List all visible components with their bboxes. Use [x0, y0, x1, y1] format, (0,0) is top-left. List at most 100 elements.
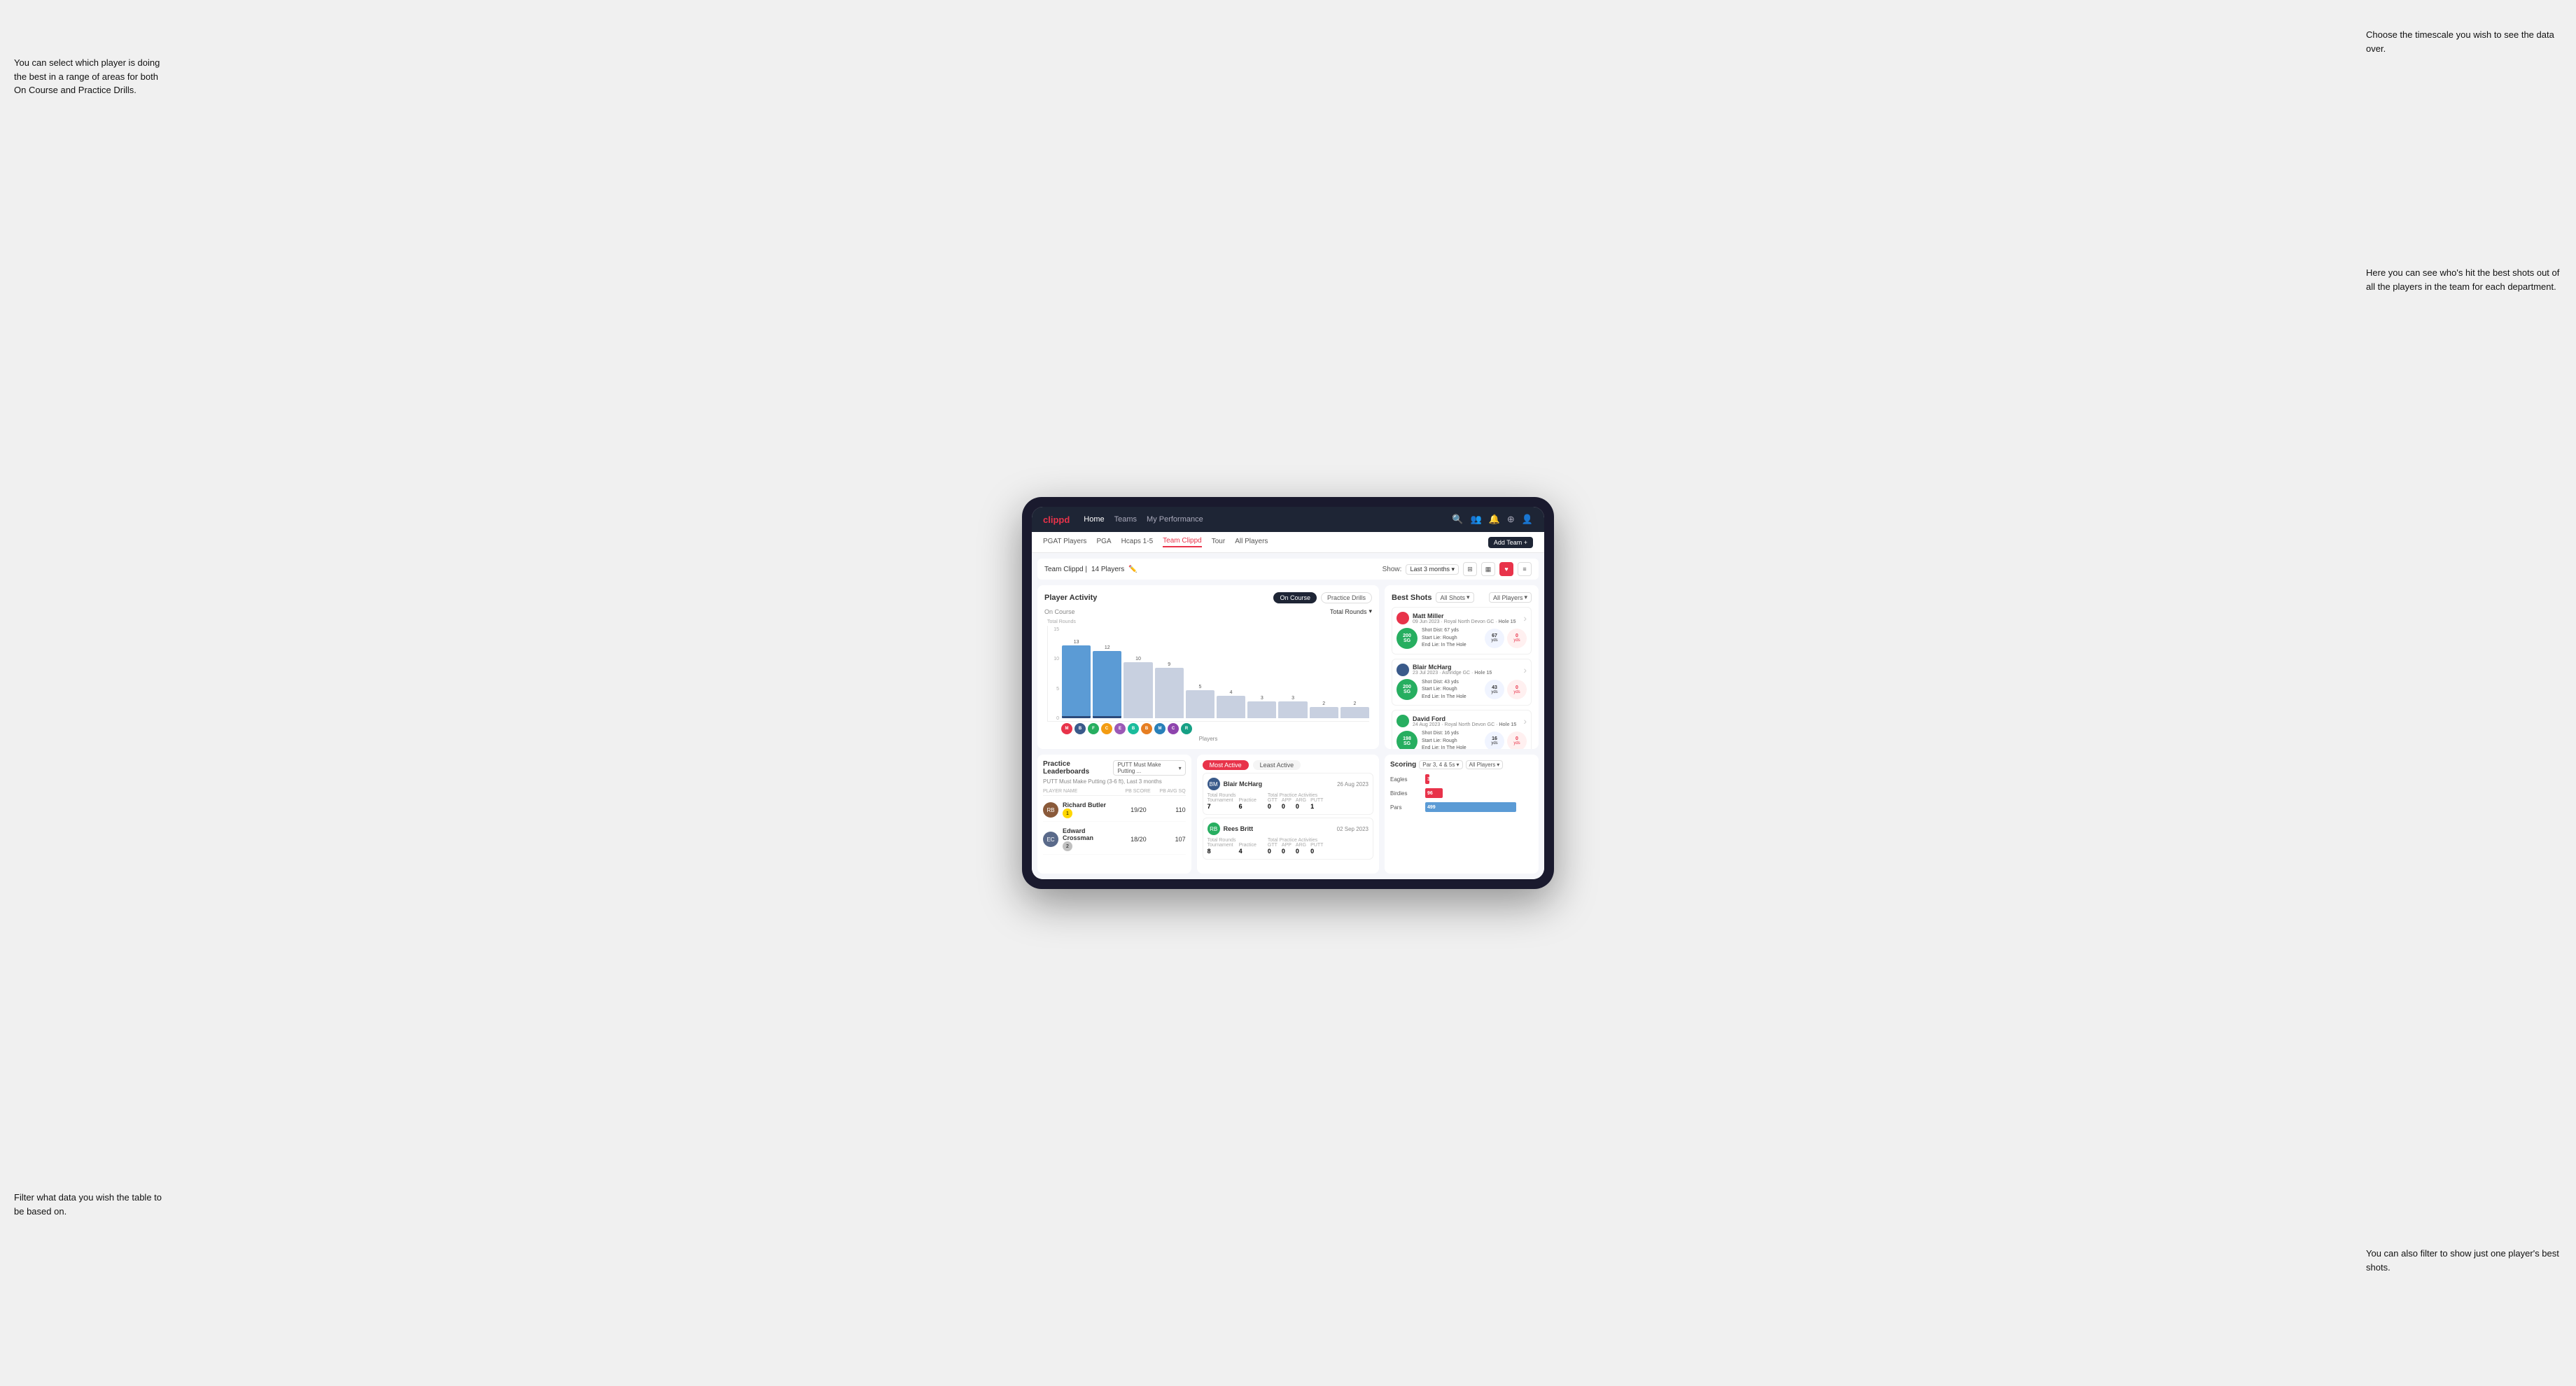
shot-chevron-2[interactable]: › — [1523, 715, 1527, 727]
chevron-down-icon: ▾ — [1368, 608, 1372, 615]
time-filter[interactable]: Last 3 months ▾ — [1406, 564, 1459, 575]
avatar-7: M — [1154, 723, 1166, 734]
bar-9 — [1340, 707, 1369, 718]
shot-yds2-2: 0yds — [1507, 732, 1527, 749]
avatar-9: R — [1181, 723, 1192, 734]
list-view-button[interactable]: ≡ — [1518, 562, 1532, 576]
rounds-section: Total Rounds Tournament 7 Practice 6 — [1208, 793, 1256, 810]
bar-group-3: 9 — [1155, 626, 1184, 718]
activity-tabs: On Course Practice Drills — [1273, 592, 1372, 603]
scoring-header: Scoring Par 3, 4 & 5s ▾ All Players ▾ — [1390, 760, 1533, 769]
practice-val: 6 — [1239, 803, 1256, 810]
bar-value-0: 13 — [1074, 640, 1079, 645]
scoring-label-2: Pars — [1390, 804, 1421, 811]
subnav-pgat[interactable]: PGAT Players — [1043, 538, 1086, 547]
nav-my-performance[interactable]: My Performance — [1147, 515, 1203, 524]
subnav-all-players[interactable]: All Players — [1235, 538, 1268, 547]
scoring-bars: Eagles3Birdies96Pars499 — [1390, 772, 1533, 814]
bar-group-5: 4 — [1217, 626, 1245, 718]
rounds-section-2: Total Rounds Tournament 8 Practice 4 — [1208, 838, 1256, 855]
y-label-5: 5 — [1056, 687, 1059, 692]
scoring-label-1: Birdies — [1390, 790, 1421, 797]
bar-value-7: 3 — [1292, 696, 1294, 701]
avatar-4: E — [1114, 723, 1126, 734]
chart-header: On Course Total Rounds ▾ — [1044, 608, 1372, 615]
practice-chevron: ▾ — [1179, 765, 1182, 771]
arg-val-2: 0 — [1296, 848, 1306, 855]
search-icon[interactable]: 🔍 — [1452, 514, 1463, 525]
shot-yds-2: 16yds 0yds — [1485, 732, 1527, 749]
all-shots-label: All Shots — [1440, 594, 1465, 601]
chart-filter-dropdown[interactable]: Total Rounds ▾ — [1330, 608, 1372, 615]
scoring-filter-2[interactable]: All Players ▾ — [1466, 760, 1504, 769]
avatar-0: M — [1061, 723, 1072, 734]
card-view-button[interactable]: ▦ — [1481, 562, 1495, 576]
shot-chevron-0[interactable]: › — [1523, 612, 1527, 624]
most-active-panel: Most Active Least Active BM Blair McHarg… — [1197, 755, 1379, 874]
shot-cards-container: Matt Miller 09 Jun 2023 · Royal North De… — [1392, 607, 1532, 749]
bell-icon[interactable]: 🔔 — [1489, 514, 1500, 525]
bar-2 — [1124, 662, 1152, 718]
edit-icon[interactable]: ✏️ — [1128, 566, 1137, 573]
users-icon[interactable]: 👥 — [1471, 514, 1482, 525]
tab-practice-drills[interactable]: Practice Drills — [1321, 592, 1372, 603]
players-chevron: ▾ — [1524, 594, 1527, 601]
avatar-5: B — [1128, 723, 1139, 734]
active-avatar-britt: RB — [1208, 822, 1220, 835]
tab-least-active[interactable]: Least Active — [1253, 760, 1301, 770]
active-card-2: RB Rees Britt 02 Sep 2023 Total Rounds T… — [1203, 818, 1373, 860]
tab-on-course[interactable]: On Course — [1273, 592, 1317, 603]
add-team-button[interactable]: Add Team + — [1488, 537, 1533, 548]
practice-subtitle: PUTT Must Make Putting (3-6 ft), Last 3 … — [1043, 778, 1186, 785]
nav-teams[interactable]: Teams — [1114, 515, 1137, 524]
practice-filter-dropdown[interactable]: PUTT Must Make Putting ... ▾ — [1113, 760, 1185, 776]
shot-yds2-0: 0yds — [1507, 629, 1527, 648]
grid-view-button[interactable]: ⊞ — [1463, 562, 1477, 576]
shot-badge-2: 198SG — [1396, 731, 1418, 749]
scoring-bar-fill-2: 499 — [1425, 802, 1516, 812]
annotation-top-left: You can select which player is doing the… — [14, 56, 168, 97]
subnav-tour[interactable]: Tour — [1212, 538, 1225, 547]
all-players-filter[interactable]: All Players ▾ — [1489, 592, 1532, 603]
subnav-hcaps[interactable]: Hcaps 1-5 — [1121, 538, 1154, 547]
shot-avatar-1 — [1396, 664, 1409, 676]
app-label: APP — [1282, 798, 1292, 803]
shot-yds1-1: 43yds — [1485, 680, 1504, 699]
scoring-filter-1[interactable]: Par 3, 4 & 5s ▾ — [1419, 760, 1462, 769]
scoring-title: Scoring — [1390, 761, 1416, 769]
bar-value-1: 12 — [1105, 645, 1110, 650]
bar-4 — [1186, 690, 1214, 718]
avatar-3: C — [1101, 723, 1112, 734]
shot-stats-1: Shot Dist: 43 ydsStart Lie: RoughEnd Lie… — [1422, 679, 1480, 701]
all-shots-filter[interactable]: All Shots ▾ — [1436, 592, 1474, 603]
rank-badge-1: 1 — [1063, 808, 1072, 818]
tab-most-active[interactable]: Most Active — [1203, 760, 1249, 770]
tablet-device: clippd Home Teams My Performance 🔍 👥 🔔 ⊕… — [1022, 497, 1554, 889]
putt-val-2: 0 — [1310, 848, 1323, 855]
bottom-panels: Practice Leaderboards PUTT Must Make Put… — [1037, 755, 1539, 874]
shot-name-0: Matt Miller — [1413, 612, 1520, 620]
shot-chevron-1[interactable]: › — [1523, 664, 1527, 676]
plus-circle-icon[interactable]: ⊕ — [1507, 514, 1515, 525]
player-name-butler: Richard Butler — [1063, 802, 1107, 808]
scoring-bar-value-2: 499 — [1427, 805, 1436, 810]
profile-icon[interactable]: 👤 — [1522, 514, 1533, 525]
rank-badge-2: 2 — [1063, 841, 1072, 851]
bar-group-6: 3 — [1247, 626, 1276, 718]
subnav-team-clippd[interactable]: Team Clippd — [1163, 537, 1202, 547]
bar-5 — [1217, 696, 1245, 718]
heart-view-button[interactable]: ♥ — [1499, 562, 1513, 576]
scoring-players-chevron: ▾ — [1497, 762, 1499, 768]
subnav-pga[interactable]: PGA — [1096, 538, 1111, 547]
practice-filter-label: PUTT Must Make Putting ... — [1117, 762, 1177, 774]
scoring-bar-fill-0: 3 — [1425, 774, 1429, 784]
nav-home[interactable]: Home — [1084, 515, 1104, 524]
x-axis-label: Players — [1047, 736, 1369, 742]
app-val-2: 0 — [1282, 848, 1292, 855]
y-label-15: 15 — [1054, 627, 1059, 632]
shot-player-info-0: Matt Miller 09 Jun 2023 · Royal North De… — [1413, 612, 1520, 624]
activities-section-2: Total Practice Activities GTT 0 APP 0 — [1268, 838, 1323, 855]
team-header-right: Show: Last 3 months ▾ ⊞ ▦ ♥ ≡ — [1382, 562, 1532, 576]
shot-avatar-0 — [1396, 612, 1409, 624]
avatar-1: B — [1074, 723, 1086, 734]
